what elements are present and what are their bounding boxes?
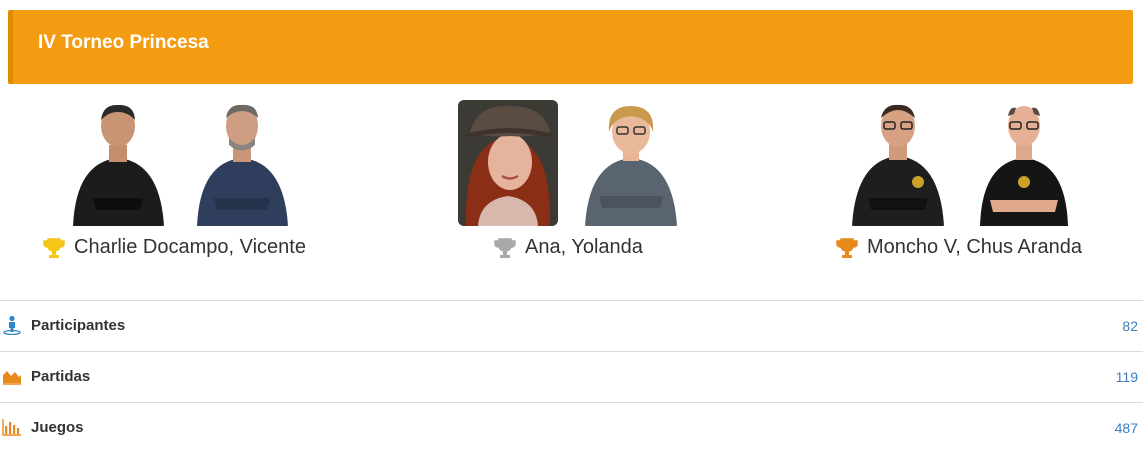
stat-row-juegos: Juegos 487 bbox=[0, 402, 1143, 452]
podium-caption: Charlie Docampo, Vicente bbox=[43, 236, 306, 259]
podium-caption: Moncho V, Chus Aranda bbox=[836, 236, 1082, 259]
player-photo bbox=[458, 100, 558, 226]
podium-caption: Ana, Yolanda bbox=[494, 236, 643, 259]
stat-value-link[interactable]: 487 bbox=[1115, 420, 1138, 436]
silver-trophy-icon bbox=[494, 237, 516, 259]
bronze-trophy-icon bbox=[836, 237, 858, 259]
stat-row-partidas: Partidas 119 bbox=[0, 351, 1143, 401]
podium-third-place: Moncho V, Chus Aranda bbox=[836, 100, 1106, 270]
stat-label: Juegos bbox=[31, 419, 84, 436]
podium-names: Charlie Docampo, Vicente bbox=[74, 236, 306, 258]
stat-label: Partidas bbox=[31, 368, 91, 385]
bar-chart-icon bbox=[2, 417, 22, 437]
player-photo bbox=[581, 100, 681, 226]
podium-first-place: Charlie Docampo, Vicente bbox=[40, 100, 340, 270]
player-photo bbox=[974, 100, 1074, 226]
player-photo bbox=[192, 100, 292, 226]
area-chart-icon bbox=[2, 366, 22, 386]
player-photo bbox=[848, 100, 948, 226]
stat-row-participantes: Participantes 82 bbox=[0, 300, 1143, 350]
podium-names: Ana, Yolanda bbox=[525, 236, 643, 258]
participants-icon bbox=[2, 315, 22, 336]
podium-names: Moncho V, Chus Aranda bbox=[867, 236, 1082, 258]
page-title: IV Torneo Princesa bbox=[38, 32, 209, 53]
podium-second-place: Ana, Yolanda bbox=[458, 100, 698, 270]
tournament-header: IV Torneo Princesa bbox=[8, 10, 1133, 84]
stat-value-link[interactable]: 119 bbox=[1116, 369, 1138, 385]
stat-label: Participantes bbox=[31, 317, 126, 334]
stat-value-link[interactable]: 82 bbox=[1122, 318, 1138, 334]
gold-trophy-icon bbox=[43, 237, 65, 259]
player-photo bbox=[68, 100, 168, 226]
